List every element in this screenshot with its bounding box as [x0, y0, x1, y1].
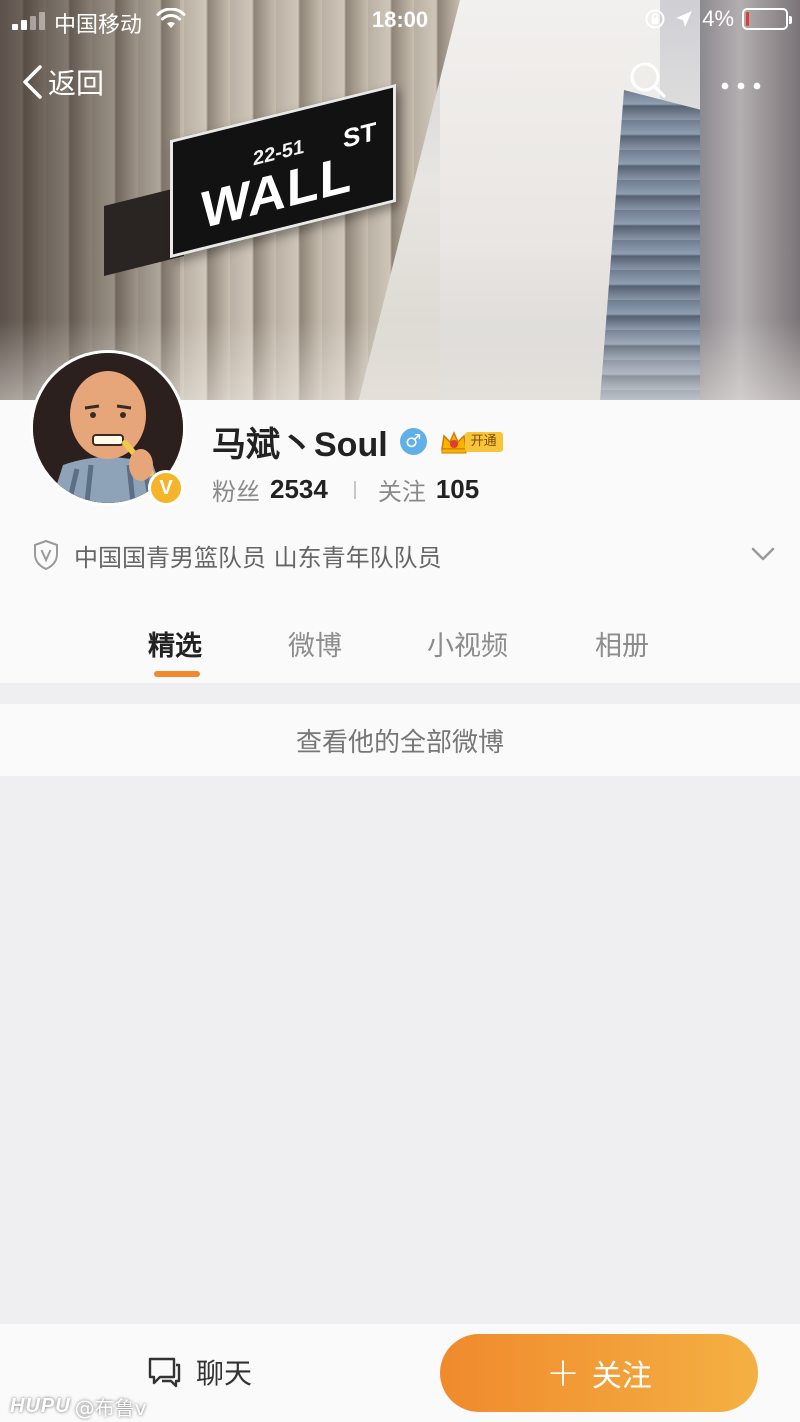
- stats-divider: [353, 480, 356, 499]
- profile-name: 马斌丶Soul: [212, 426, 388, 464]
- profile-description-row[interactable]: 中国国青男篮队员 山东青年队队员: [32, 535, 782, 575]
- fans-stat[interactable]: 粉丝 2534: [212, 472, 328, 507]
- location-icon: [676, 11, 693, 27]
- tab-short-video[interactable]: 小视频: [427, 624, 508, 663]
- view-all-posts-button[interactable]: 查看他的全部微博: [0, 704, 800, 776]
- back-label: 返回: [48, 67, 105, 100]
- profile-tabs: 精选 微博 小视频 相册: [0, 612, 800, 682]
- rotation-lock-icon: [645, 9, 665, 29]
- shield-v-icon: [34, 539, 58, 571]
- watermark: HUPU @布鲁v: [10, 1392, 147, 1421]
- chat-bubble-icon: [148, 1357, 181, 1388]
- battery-icon: [742, 8, 792, 30]
- profile-description: 中国国青男篮队员 山东青年队队员: [74, 543, 442, 572]
- following-label: 关注: [377, 478, 426, 506]
- status-right: 4%: [644, 6, 792, 32]
- following-stat[interactable]: 关注 105: [378, 472, 479, 507]
- vip-open-label: 开通: [464, 431, 503, 452]
- fans-label: 粉丝: [212, 478, 260, 506]
- chat-label: 聊天: [196, 1357, 253, 1390]
- back-button[interactable]: 返回: [20, 62, 104, 102]
- profile-stats: 粉丝 2534 关注 105: [212, 472, 479, 507]
- tab-weibo[interactable]: 微博: [288, 624, 342, 663]
- active-tab-indicator: [154, 671, 200, 677]
- chat-button[interactable]: 聊天: [146, 1352, 252, 1392]
- tab-album[interactable]: 相册: [595, 624, 649, 663]
- tab-featured[interactable]: 精选: [148, 624, 202, 663]
- verified-badge: V: [148, 470, 184, 506]
- name-row: 马斌丶Soul ♂ 开通: [212, 417, 503, 466]
- nav-bar: 返回: [0, 56, 800, 106]
- chevron-left-icon: [23, 65, 42, 99]
- watermark-handle: @布鲁v: [74, 1396, 147, 1420]
- chevron-down-icon[interactable]: [750, 541, 776, 567]
- vip-open-badge[interactable]: 开通: [439, 429, 503, 455]
- more-icon[interactable]: [718, 62, 764, 98]
- following-count: 105: [435, 474, 480, 504]
- follow-button[interactable]: + 关注: [440, 1334, 758, 1412]
- follow-label: 关注: [591, 1359, 652, 1394]
- watermark-logo: HUPU: [10, 1395, 71, 1417]
- status-bar: 中国移动 18:00 4%: [0, 0, 800, 40]
- plus-icon: +: [546, 1350, 580, 1396]
- search-icon[interactable]: [628, 60, 668, 100]
- fans-count: 2534: [270, 474, 328, 504]
- male-gender-icon: ♂: [399, 428, 427, 455]
- battery-percent: 4%: [702, 6, 734, 31]
